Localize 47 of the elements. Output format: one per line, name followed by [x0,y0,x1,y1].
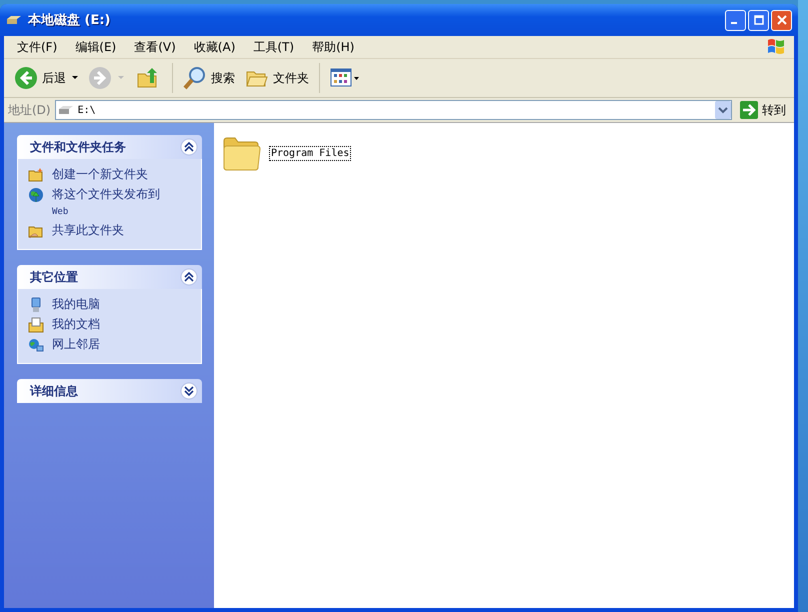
maximize-button[interactable] [748,10,769,30]
menu-item[interactable]: 帮助(H) [303,38,364,56]
address-label: 地址(D) [8,102,51,118]
folder-icon [28,167,44,183]
minimize-icon [731,22,737,24]
search-button[interactable]: 搜索 [179,64,239,92]
menu-item[interactable]: 编辑(E) [66,38,126,56]
task-link[interactable]: 将这个文件夹发布到 Web [52,187,160,219]
task-link[interactable]: 创建一个新文件夹 [52,167,148,181]
dropdown-arrow-icon[interactable] [72,76,78,80]
task-link[interactable]: 共享此文件夹 [52,223,124,237]
pane-title: 其它位置 [30,268,78,286]
folders-button[interactable]: 文件夹 [241,64,313,92]
pane-title: 文件和文件夹任务 [30,138,126,156]
menu-item[interactable]: 查看(V) [125,38,185,56]
maximize-icon [754,15,764,25]
folder-name[interactable]: Program Files [270,146,350,160]
pane-title: 详细信息 [30,382,78,400]
close-icon [776,15,786,25]
globe-icon [28,187,44,203]
window-title: 本地磁盘 (E:) [28,12,110,29]
close-button[interactable] [771,10,792,30]
minimize-button[interactable] [725,10,746,30]
task-link[interactable]: 我的文档 [52,317,100,331]
document-folder-icon [28,317,44,333]
windows-logo-icon [766,37,786,57]
menu-item[interactable]: 工具(T) [244,38,304,56]
drive-icon [58,105,74,115]
go-arrow-icon [740,101,758,119]
go-button[interactable]: 转到 [736,101,790,119]
back-button[interactable]: 后退 [10,64,70,92]
chevron-icon[interactable] [180,268,198,286]
search-icon [183,66,207,90]
chevron-icon[interactable] [180,138,198,156]
menu-item[interactable]: 文件(F) [8,38,66,56]
chevron-icon[interactable] [180,382,198,400]
task-link[interactable]: 网上邻居 [52,337,100,351]
pane-header[interactable]: 文件和文件夹任务 [17,135,202,159]
pane-header[interactable]: 详细信息 [17,379,202,403]
dropdown-button[interactable] [715,101,731,119]
menu-item[interactable]: 收藏(A) [184,38,244,56]
pane-header[interactable]: 其它位置 [17,265,202,289]
task-link[interactable]: 我的电脑 [52,297,100,311]
up-folder-icon[interactable] [136,66,160,90]
drive-icon [6,15,22,25]
network-icon [28,337,44,353]
address-field[interactable]: E:\ [54,100,732,120]
